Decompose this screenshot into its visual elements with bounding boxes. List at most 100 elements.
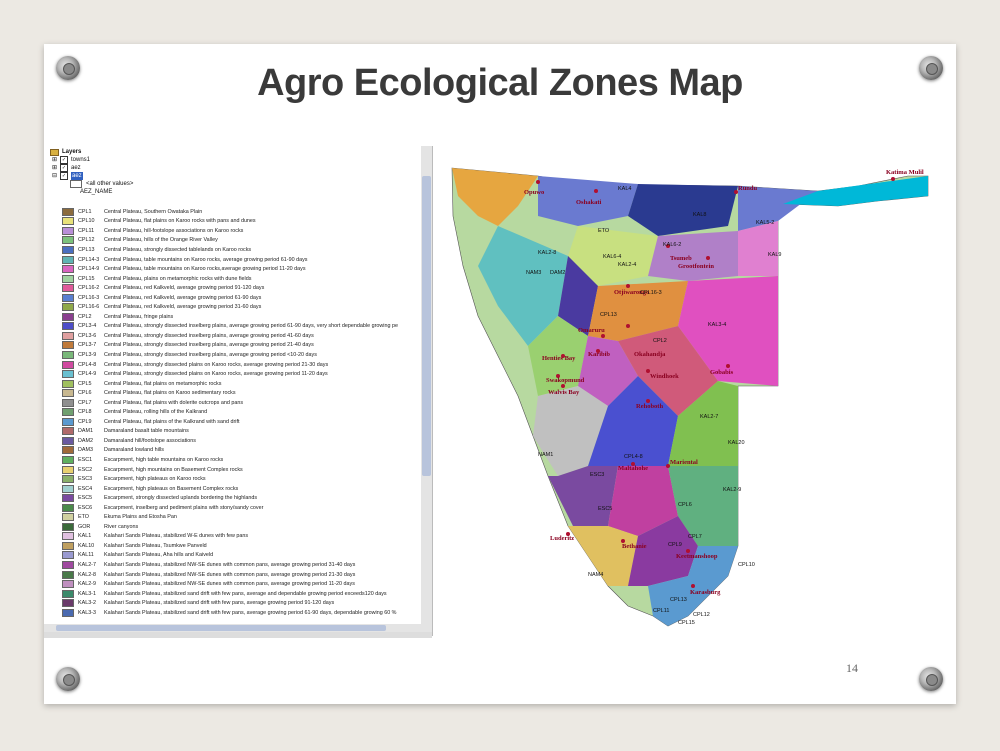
legend-item: CPL6 Central Plateau, flat plains on Karo… [62, 388, 398, 398]
legend-code: CPL15 [78, 275, 95, 282]
legend-description: Escarpment, high mountains on Basement C… [104, 466, 243, 473]
legend-code: CPL13 [78, 246, 95, 253]
legend-item: CPL15 Central Plateau, plains on metamorp… [62, 274, 398, 284]
town-label: Walvis Bay [548, 389, 580, 396]
layer-row[interactable]: ⊞ ✓ towns1 [52, 156, 133, 164]
zone-label: KAL5-2 [756, 220, 774, 226]
zone-label: CPL4-8 [624, 454, 643, 460]
zone-label: KAL4 [618, 186, 631, 192]
layer-row[interactable]: ⊟ ✓ aez [52, 172, 133, 180]
legend-swatch [62, 446, 74, 455]
layer-name: aez [71, 172, 83, 180]
zone-label: CPL13 [600, 312, 617, 318]
layer-row[interactable]: ⊞ ✓ aez [52, 164, 133, 172]
legend-swatch [62, 455, 74, 464]
legend-code: CPL8 [78, 409, 92, 416]
legend-swatch [62, 503, 74, 512]
zone-label: KAL2-9 [723, 487, 741, 493]
town-label: Tsumeb [670, 255, 692, 262]
town-label: Okahandja [634, 351, 666, 358]
legend-code: CPL16-6 [78, 304, 100, 311]
legend-swatch [62, 350, 74, 359]
legend-description: Central Plateau, red Kalkveld, average g… [104, 285, 265, 292]
expand-icon[interactable]: ⊞ [52, 164, 58, 172]
zone-label: ETO [598, 228, 610, 234]
legend-swatch [62, 303, 74, 312]
pushpin-icon [919, 667, 943, 691]
legend-description: Kalahari Sands Plateau, stabilized W-E d… [104, 533, 249, 540]
legend-swatch [62, 284, 74, 293]
legend-code: CPL14-3 [78, 256, 100, 263]
legend-code: CPL9 [78, 418, 92, 425]
layers-header: Layers [50, 148, 133, 156]
legend-item: CPL7 Central Plateau, flat plains with do… [62, 398, 398, 408]
vertical-scrollbar[interactable] [421, 146, 432, 624]
legend-description: Kalahari Sands Plateau, Tsumkwe Panveld [104, 542, 207, 549]
legend-code: CPL3-4 [78, 323, 97, 330]
layer-checkbox[interactable]: ✓ [60, 156, 68, 164]
expand-icon[interactable]: ⊞ [52, 156, 58, 164]
layers-icon [50, 148, 59, 156]
legend-description: Kalahari Sands Plateau, stabilized NW-SE… [104, 581, 355, 588]
legend-description: Damaraland hill/footslope associations [104, 437, 196, 444]
legend-code: ESC6 [78, 504, 93, 511]
legend-description: Escarpment, high table mountains on Karo… [104, 456, 224, 463]
legend-code: CPL16-3 [78, 294, 100, 301]
town-label: Rehoboth [636, 403, 663, 410]
legend-swatch [62, 379, 74, 388]
map-zone [648, 231, 738, 281]
legend-code: ESC5 [78, 495, 93, 502]
legend-item: CPL12 Central Plateau, hills of the Orang… [62, 236, 398, 246]
zone-label: NAM1 [538, 452, 553, 458]
legend-swatch [62, 389, 74, 398]
legend-swatch [62, 561, 74, 569]
legend-code: CPL6 [78, 390, 92, 397]
legend-item: KAL2-7 Kalahari Sands Plateau, stabilized… [62, 560, 398, 570]
legend-description: River canyons [104, 523, 139, 530]
legend-item: ESC4 Escarpment, high plateaus on Basemen… [62, 484, 398, 494]
town-label: Gobabis [710, 369, 734, 376]
legend-description: Ekuma Plains and Etosha Pan [104, 514, 177, 521]
legend-swatch [62, 370, 74, 379]
legend-swatch [62, 608, 74, 617]
town-label: Katima Mulil [886, 169, 924, 176]
layer-checkbox[interactable]: ✓ [60, 164, 68, 172]
legend-description: Kalahari Sands Plateau, stabilized NW-SE… [104, 571, 356, 578]
zone-label: DAM2 [550, 270, 565, 276]
legend-description: Escarpment, inselberg and pediment plain… [104, 504, 264, 511]
legend-description: Kalahari Sands Plateau, stabilized sand … [104, 590, 387, 597]
layer-checkbox[interactable]: ✓ [60, 172, 68, 180]
scrollbar-thumb[interactable] [422, 176, 431, 476]
legend-description: Kalahari Sands Plateau, stabilized NW-SE… [104, 562, 356, 568]
legend-code: ESC1 [78, 456, 93, 463]
legend-item: CPL16-2 Central Plateau, red Kalkveld, av… [62, 283, 398, 293]
legend-description: Central Plateau, rolling hills of the Ka… [104, 409, 208, 416]
legend-item: CPL3-7 Central Plateau, strongly dissecte… [62, 341, 398, 351]
legend-description: Central Plateau, flat plains on metamorp… [104, 380, 222, 387]
town-label: Oshakati [576, 199, 601, 206]
legend-swatch [62, 541, 74, 550]
zone-label: CPL6 [678, 502, 692, 508]
legend-swatch [62, 436, 74, 445]
legend-item: DAM2 Damaraland hill/footslope associatio… [62, 436, 398, 446]
panel-tab-bar [44, 632, 432, 638]
legend-swatch [62, 207, 74, 216]
legend-item: KAL2-9 Kalahari Sands Plateau, stabilized… [62, 579, 398, 589]
scrollbar-thumb[interactable] [56, 625, 386, 631]
zone-label: NAM3 [526, 270, 541, 276]
legend-code: CPL12 [78, 237, 95, 244]
legend-item: CPL3-4 Central Plateau, strongly dissecte… [62, 322, 398, 332]
legend-description: Central Plateau, table mountains on Karo… [104, 256, 308, 263]
legend-item: CPL5 Central Plateau, flat plains on meta… [62, 379, 398, 389]
collapse-icon[interactable]: ⊟ [52, 172, 58, 180]
legend-description: Central Plateau, flat plains on Karoo ro… [104, 218, 256, 225]
zone-label: KAL9 [768, 252, 781, 258]
zone-label: CPL11 [653, 608, 669, 614]
legend-description: Central Plateau, flat plains with doleri… [104, 399, 244, 406]
legend-swatch [62, 274, 74, 283]
town-label: Karasburg [690, 589, 721, 596]
horizontal-scrollbar[interactable] [44, 624, 432, 632]
legend-swatch [62, 589, 74, 598]
zone-label: CPL16-3 [640, 290, 662, 296]
legend-item: ETO Ekuma Plains and Etosha Pan [62, 513, 398, 523]
